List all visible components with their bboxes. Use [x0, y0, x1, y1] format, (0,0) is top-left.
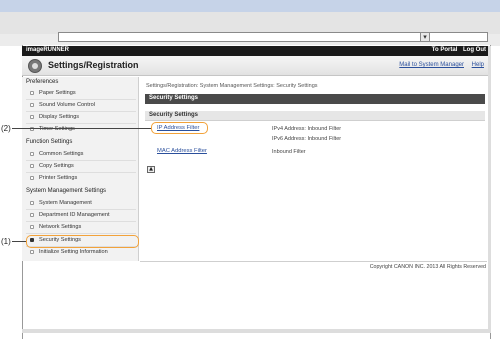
- bullet-icon: [30, 164, 34, 168]
- horizontal-scrollbar[interactable]: [22, 329, 491, 333]
- copyright-text: Copyright CANON INC. 2013 All Rights Res…: [369, 264, 486, 270]
- sidebar-heading-function: Function Settings: [26, 139, 73, 145]
- bullet-icon: [30, 176, 34, 180]
- sidebar-item-sound-volume-control[interactable]: Sound Volume Control: [30, 102, 136, 108]
- content-header: Security Settings: [145, 94, 485, 104]
- bullet-icon: [30, 91, 34, 95]
- callout-highlight-security-settings: [26, 235, 139, 248]
- logout-link[interactable]: Log Out: [463, 47, 486, 53]
- gear-icon: [28, 59, 42, 73]
- breadcrumb: Settings/Registration: System Management…: [146, 83, 318, 89]
- footer-divider: [140, 261, 487, 262]
- mail-to-system-manager-link[interactable]: Mail to System Manager: [399, 62, 464, 68]
- sidebar-heading-preferences: Preferences: [26, 79, 59, 85]
- sidebar-item-display-settings[interactable]: Display Settings: [30, 114, 136, 120]
- sidebar-item-timer-settings[interactable]: Timer Settings: [30, 126, 136, 132]
- callout-leader-2: [12, 128, 151, 129]
- sidebar-item-printer-settings[interactable]: Printer Settings: [30, 175, 136, 181]
- bullet-icon: [30, 213, 34, 217]
- mac-address-filter-link[interactable]: MAC Address Filter: [157, 148, 207, 154]
- ipv4-inbound-filter-value: IPv4 Address: Inbound Filter: [272, 126, 342, 132]
- callout-leader-1: [12, 241, 26, 242]
- bullet-icon: [30, 103, 34, 107]
- page-title: Settings/Registration: [48, 60, 139, 70]
- sidebar-item-common-settings[interactable]: Common Settings: [30, 151, 136, 157]
- app-top-bar: imageRUNNER To Portal Log Out: [22, 46, 488, 56]
- sidebar-item-initialize-setting-information[interactable]: Initialize Setting Information: [30, 249, 136, 255]
- sidebar-item-department-id-management[interactable]: Department ID Management: [30, 212, 136, 218]
- sidebar: Preferences Paper Settings Sound Volume …: [22, 77, 139, 261]
- back-to-top-button[interactable]: ▲: [147, 166, 155, 173]
- browser-title-bar: [0, 0, 500, 12]
- sidebar-item-copy-settings[interactable]: Copy Settings: [30, 163, 136, 169]
- callout-highlight-ip-address-filter: [151, 122, 208, 134]
- bullet-icon: [30, 115, 34, 119]
- sidebar-item-network-settings[interactable]: Network Settings: [30, 224, 136, 230]
- to-portal-link[interactable]: To Portal: [432, 47, 458, 53]
- browser-toolbar: [0, 12, 500, 34]
- callout-label-1: (1): [1, 237, 11, 246]
- ipv6-inbound-filter-value: IPv6 Address: Inbound Filter: [272, 136, 342, 142]
- sidebar-item-system-management[interactable]: System Management: [30, 200, 136, 206]
- brand-logo: imageRUNNER: [26, 47, 70, 53]
- page-title-bar: Settings/Registration Mail to System Man…: [22, 56, 488, 76]
- callout-label-2: (2): [1, 124, 11, 133]
- help-link[interactable]: Help: [472, 62, 484, 68]
- mac-inbound-filter-value: Inbound Filter: [272, 149, 306, 155]
- bullet-icon: [30, 225, 34, 229]
- section-header: Security Settings: [145, 111, 485, 121]
- sidebar-item-paper-settings[interactable]: Paper Settings: [30, 90, 136, 96]
- vertical-scrollbar[interactable]: [488, 46, 491, 330]
- bullet-icon: [30, 250, 34, 254]
- sidebar-heading-system: System Management Settings: [26, 188, 107, 194]
- bullet-icon: [30, 152, 34, 156]
- bullet-icon: [30, 201, 34, 205]
- screenshot: ▾ imageRUNNER To Portal Log Out Settings…: [0, 0, 500, 339]
- address-dropdown-button[interactable]: ▾: [420, 32, 430, 42]
